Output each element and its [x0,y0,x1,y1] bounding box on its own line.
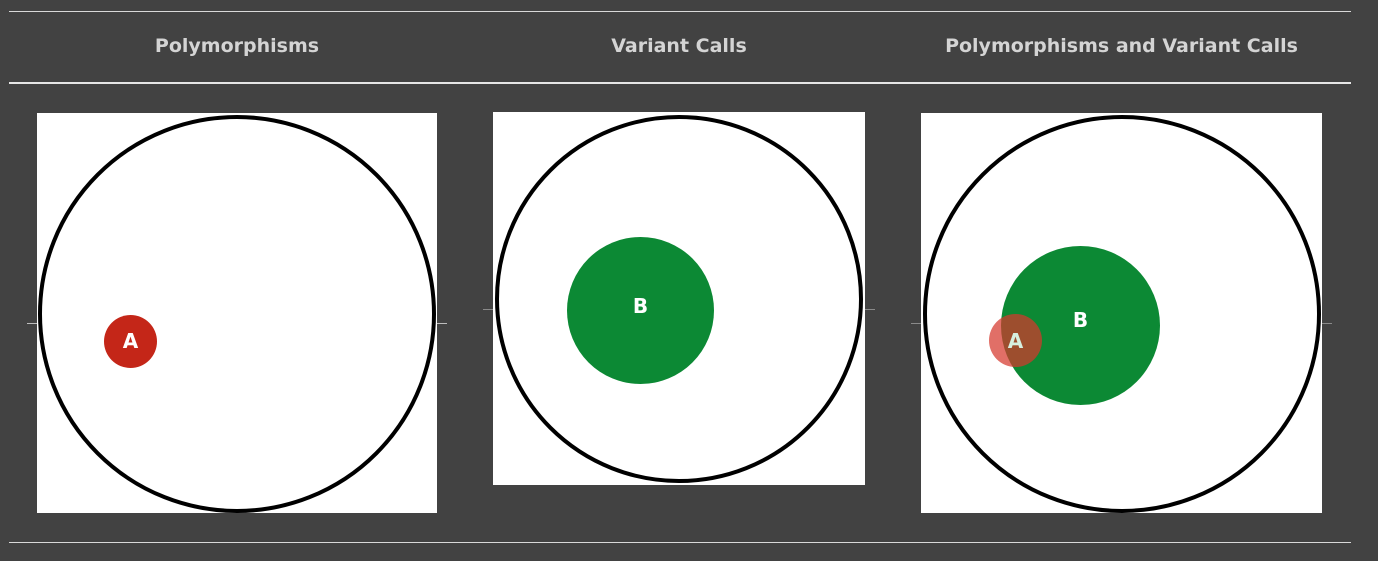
combined-diagram: B A [921,113,1322,513]
polymorphisms-diagram: A [37,113,437,513]
header-variant-calls: Variant Calls [611,35,747,57]
bottom-divider [9,542,1351,543]
circle-a-label: A [122,329,139,353]
header-divider [9,82,1351,84]
variant-calls-diagram: B [493,112,865,485]
header-polymorphisms-and-variant-calls: Polymorphisms and Variant Calls [945,35,1298,57]
circle-a-label: A [1007,329,1024,353]
circle-b-label: B [632,294,649,318]
top-divider [9,11,1351,12]
header-polymorphisms: Polymorphisms [154,35,320,57]
outer-circle [38,115,436,513]
